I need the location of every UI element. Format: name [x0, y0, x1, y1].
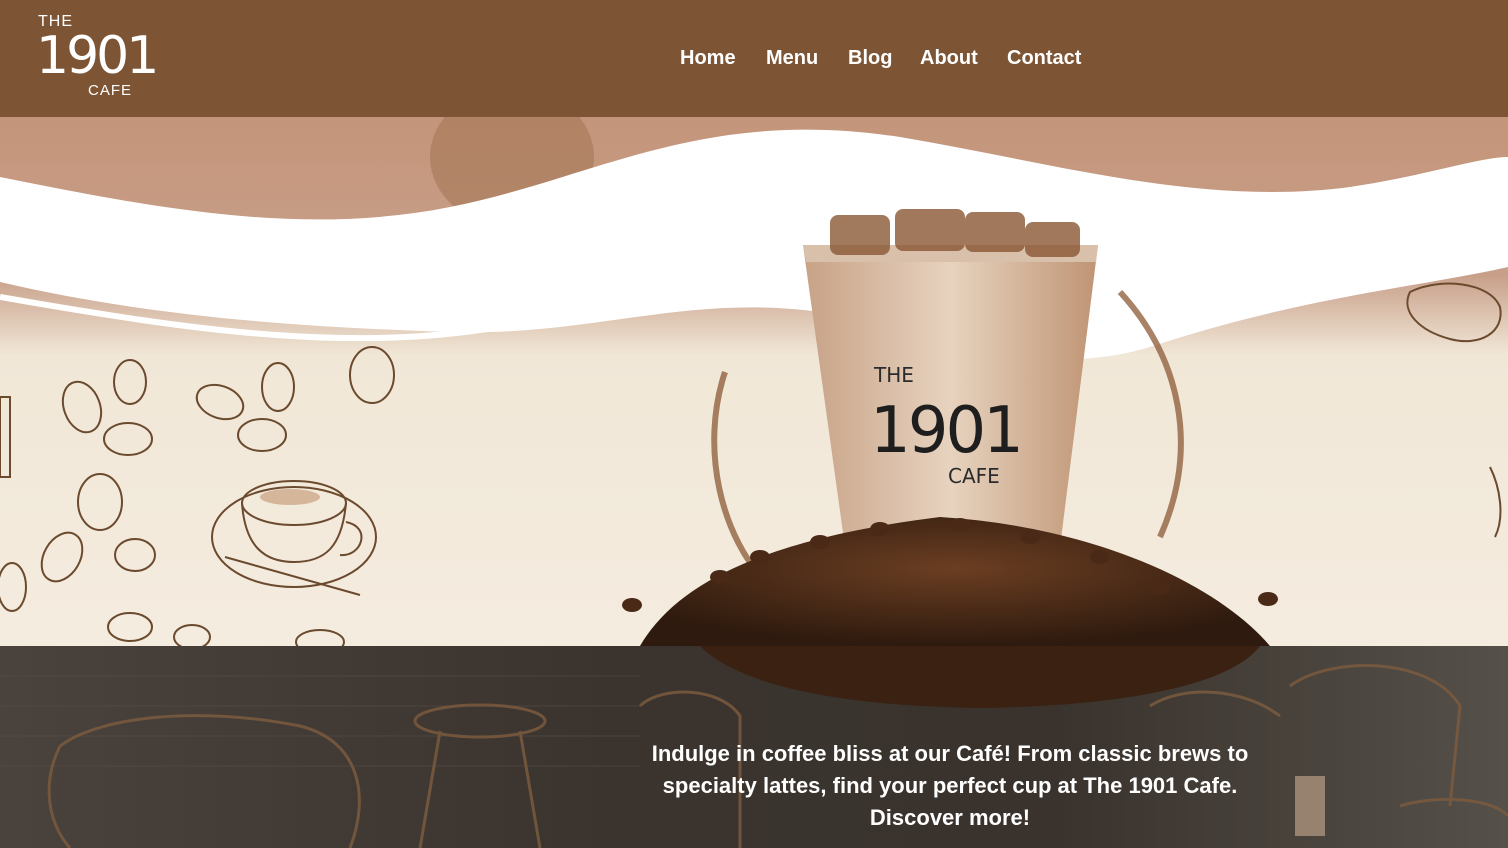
nav-home[interactable]: Home — [680, 44, 736, 72]
logo-cafe: CAFE — [88, 82, 133, 99]
nav-menu[interactable]: Menu — [766, 44, 818, 72]
nav-contact[interactable]: Contact — [1007, 44, 1081, 72]
nav-about[interactable]: About — [920, 44, 978, 72]
cup-logo-number: 1901 — [870, 394, 1021, 468]
hero-illustration: THE 1901 CAFE — [0, 117, 1508, 646]
nav-blog[interactable]: Blog — [848, 44, 892, 72]
site-header: THE 1901 CAFE Home Menu Blog About Conta… — [0, 0, 1508, 117]
main-nav: Home Menu Blog About Contact — [0, 44, 1508, 72]
hero-tagline: Indulge in coffee bliss at our Café! Fro… — [651, 741, 1249, 830]
cup-logo-cafe: CAFE — [948, 464, 1000, 488]
hero-banner: THE 1901 CAFE — [0, 117, 1508, 646]
cup-logo-the: THE — [873, 363, 914, 387]
